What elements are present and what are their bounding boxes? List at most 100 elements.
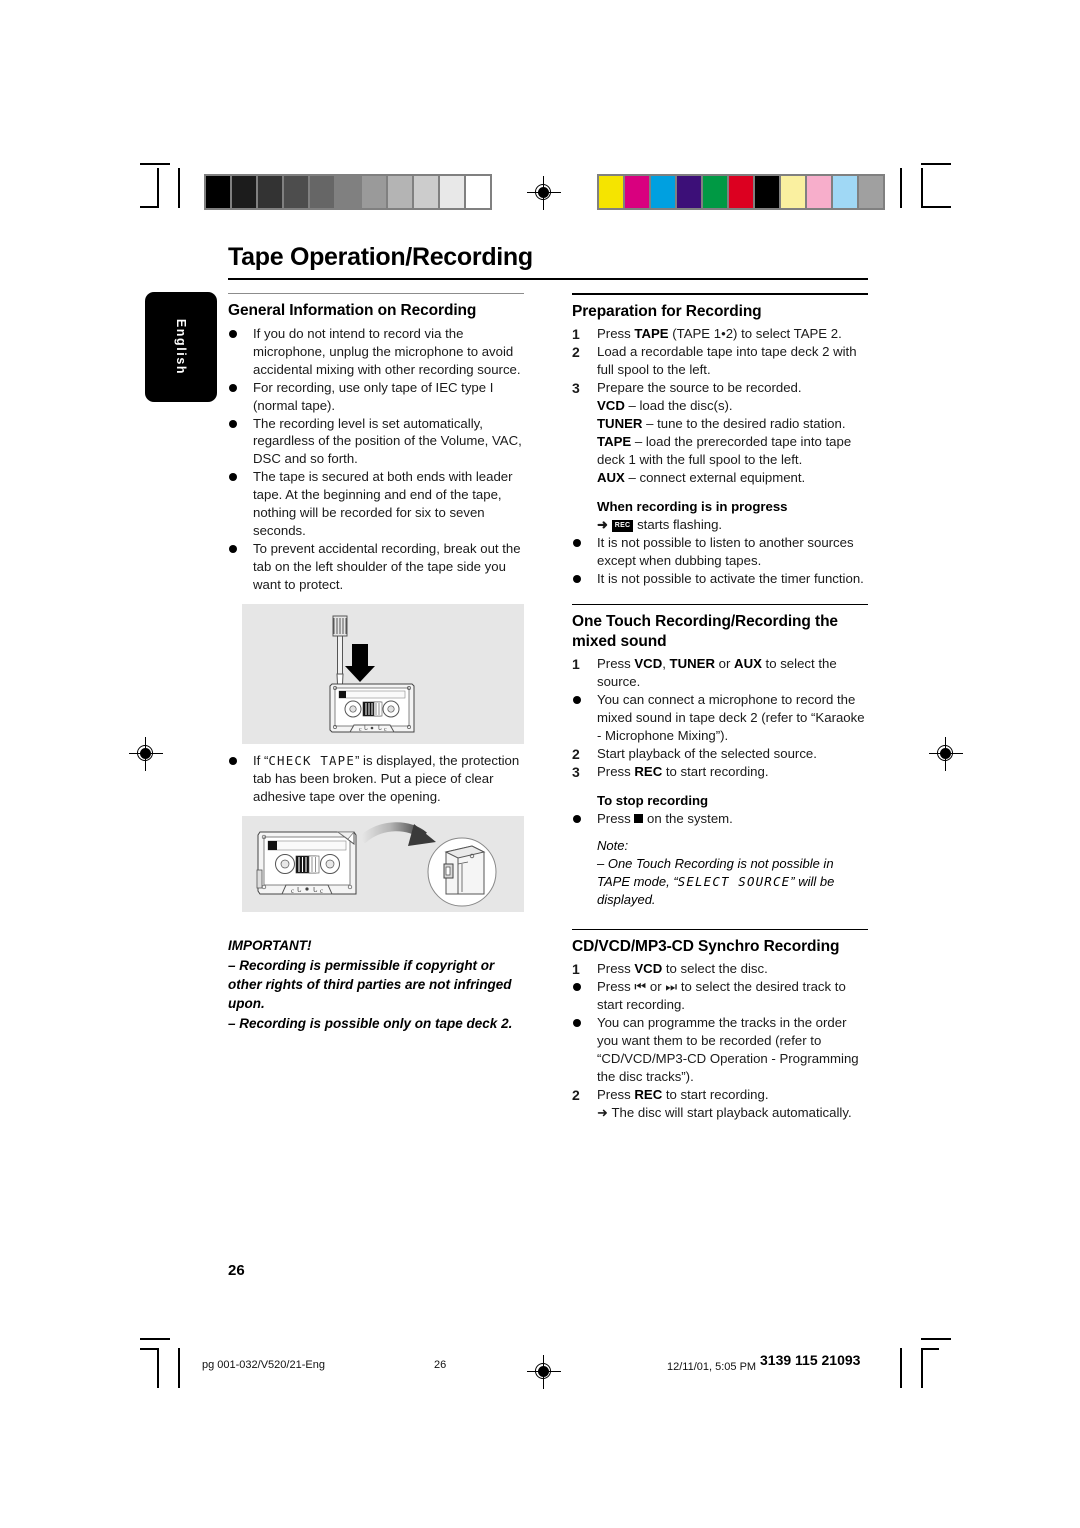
section-rule: [228, 293, 524, 295]
two-column-layout: General Information on Recording If you …: [228, 293, 868, 1123]
bullet-icon: [229, 329, 237, 338]
source-option: TAPE – load the prerecorded tape into ta…: [572, 433, 868, 469]
step-text-post: to select the disc.: [662, 961, 768, 977]
numbered-step: 1 Press VCD to select the disc.: [572, 960, 868, 978]
numbered-step: 3 Press REC to start recording.: [572, 763, 868, 781]
previous-track-icon: ⏮: [634, 979, 647, 995]
section-title-preparation: Preparation for Recording: [572, 302, 762, 320]
next-track-icon: ⏭: [665, 979, 678, 995]
list-item: If you do not intend to record via the m…: [228, 325, 524, 379]
cassette-screwdriver-illustration: c ᒐ ᒐ c: [242, 604, 524, 745]
crop-mark: [900, 168, 902, 208]
bullet-icon: [573, 574, 581, 583]
important-line: – Recording is possible only on tape dec…: [228, 1015, 513, 1031]
calibration-swatch: [466, 176, 490, 208]
list-item-text: It is not possible to listen to another …: [597, 534, 854, 568]
step-keyword-rec: REC: [634, 763, 663, 779]
section-title-one-touch-recording: One Touch Recording/Recording the mixed …: [572, 613, 838, 650]
crop-mark: [900, 1348, 902, 1388]
registration-mark-left: [129, 737, 163, 771]
bullet-icon: [573, 1019, 581, 1028]
registration-mark-bottom: [527, 1355, 561, 1389]
language-tab-label: English: [174, 318, 188, 376]
footer-file-reference: pg 001-032/V520/21-Eng: [202, 1359, 325, 1371]
source-option: TUNER – tune to the desired radio statio…: [572, 415, 868, 433]
step-keyword-vcd: VCD: [634, 656, 663, 672]
footer-timestamp: 12/11/01, 5:05 PM: [667, 1361, 757, 1373]
list-item: To prevent accidental recording, break o…: [228, 540, 524, 594]
step-number: 1: [572, 961, 580, 978]
list-item-check-tape: If “CHECK TAPE” is displayed, the protec…: [228, 752, 524, 806]
source-name: TAPE: [597, 433, 632, 449]
svg-text:ᒐ: ᒐ: [378, 726, 382, 732]
calibration-swatch: [625, 176, 649, 208]
source-name: TUNER: [597, 415, 643, 431]
step-number: 2: [572, 1087, 580, 1104]
calibration-swatch: [729, 176, 753, 208]
step-text-post: to start recording.: [662, 1087, 769, 1103]
calibration-swatch: [859, 176, 883, 208]
list-item: It is not possible to listen to another …: [572, 534, 868, 570]
cassette-adhesive-tape-illustration: c ᒐ ᒐ c: [242, 815, 524, 912]
list-item: The tape is secured at both ends with le…: [228, 468, 524, 540]
svg-text:ᒐ: ᒐ: [297, 886, 302, 894]
page-content: Tape Operation/Recording General Informa…: [228, 243, 868, 1123]
section-rule: [572, 293, 868, 295]
bullet-icon: [573, 814, 581, 823]
bullet-icon: [229, 545, 237, 554]
step-number: 1: [572, 656, 580, 673]
bullet-icon: [229, 383, 237, 392]
step-number: 3: [572, 763, 580, 780]
list-item: It is not possible to activate the timer…: [572, 570, 868, 588]
calibration-swatch: [206, 176, 230, 208]
step-keyword: TAPE: [634, 325, 669, 341]
bullet-icon: [573, 696, 581, 705]
auto-playback-note: ➜ The disc will start playback automatic…: [597, 1105, 852, 1121]
source-desc: – tune to the desired radio station.: [642, 415, 846, 431]
source-name: VCD: [597, 397, 625, 413]
step-keyword-aux: AUX: [734, 656, 762, 672]
numbered-step: 2 Load a recordable tape into tape deck …: [572, 343, 868, 379]
source-name: AUX: [597, 469, 625, 485]
calibration-swatch: [362, 176, 386, 208]
rec-indicator-icon: REC: [611, 519, 634, 532]
calibration-swatch: [388, 176, 412, 208]
language-tab-english: English: [145, 292, 217, 402]
calibration-swatch: [833, 176, 857, 208]
list-item-text: It is not possible to activate the timer…: [597, 570, 864, 586]
list-item-text: The tape is secured at both ends with le…: [253, 469, 513, 539]
step-text-pre: Press: [597, 763, 635, 779]
step-text-pre: Press: [597, 325, 635, 341]
section-rule: [572, 928, 868, 931]
numbered-step: 2 Press REC to start recording.: [572, 1086, 868, 1104]
rec-flashing-line: ➜ REC starts flashing.: [572, 516, 868, 534]
calibration-swatch: [440, 176, 464, 208]
crop-mark: [157, 168, 159, 208]
note-label: Note:: [597, 837, 629, 853]
list-item-text: The recording level is set automatically…: [253, 415, 522, 467]
color-calibration-bar: [597, 174, 885, 210]
bullet-icon: [229, 419, 237, 428]
step-text-post: to start recording.: [662, 763, 769, 779]
note-text: – One Touch Recording is not possible in…: [597, 855, 868, 909]
source-option: AUX – connect external equipment.: [572, 469, 868, 487]
crop-mark: [140, 1338, 170, 1340]
document-page: English Tape Operation/Recording General…: [0, 0, 1080, 1528]
svg-text:c: c: [291, 887, 294, 895]
important-line: – Recording is permissible if copyright …: [228, 958, 512, 1012]
calibration-swatch: [258, 176, 282, 208]
subheading-to-stop-recording: To stop recording: [597, 792, 709, 808]
step-number: 2: [572, 745, 580, 762]
calibration-swatch: [232, 176, 256, 208]
important-heading: IMPORTANT!: [228, 937, 312, 953]
step-sep: or: [714, 656, 735, 672]
right-column: Preparation for Recording 1 Press TAPE (…: [572, 293, 868, 1123]
step-number: 2: [572, 343, 580, 360]
calibration-swatch: [284, 176, 308, 208]
step-text-pre: Press: [597, 656, 635, 672]
crop-mark: [921, 1348, 923, 1388]
calibration-swatch: [807, 176, 831, 208]
crop-mark: [157, 1348, 159, 1388]
list-item: The recording level is set automatically…: [228, 415, 524, 469]
step-text: Prepare the source to be recorded.: [597, 379, 802, 395]
